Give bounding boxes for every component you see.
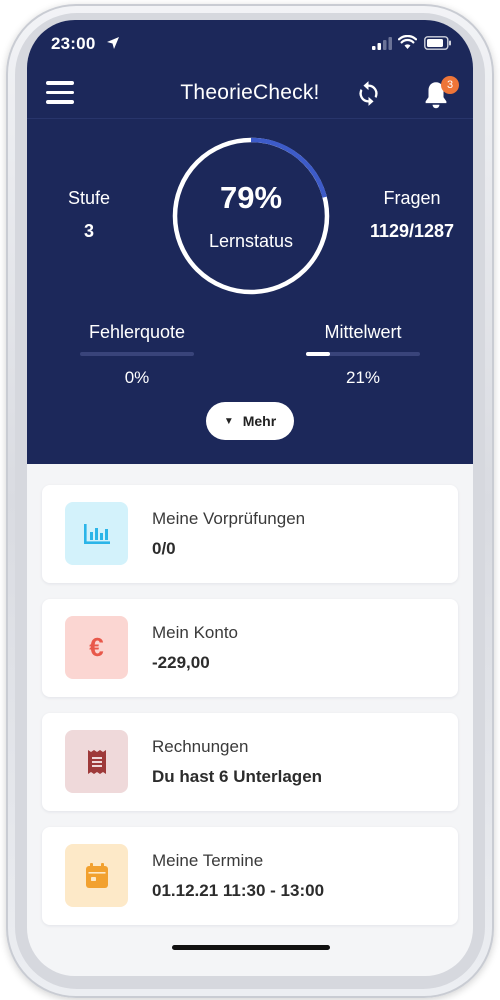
mean-bar <box>306 352 420 356</box>
chevron-down-icon: ▼ <box>223 415 234 427</box>
error-rate-bar <box>80 352 194 356</box>
progress-percent: 79% <box>219 180 283 215</box>
receipt-icon <box>65 730 128 793</box>
card-account-title: Mein Konto <box>152 623 238 642</box>
card-appointments-title: Meine Termine <box>152 851 264 870</box>
card-invoices-value: Du hast 6 Unterlagen <box>152 767 323 786</box>
card-appointments[interactable]: Meine Termine 01.12.21 11:30 - 13:00 <box>42 827 458 925</box>
status-bar: 23:00 <box>27 20 473 66</box>
progress-label: Lernstatus <box>208 231 294 251</box>
sync-icon[interactable] <box>355 80 382 107</box>
location-arrow-icon <box>107 37 119 49</box>
card-invoices[interactable]: Rechnungen Du hast 6 Unterlagen <box>42 713 458 811</box>
bar-chart-icon <box>65 502 128 565</box>
cellular-signal-icon <box>372 37 392 50</box>
more-button[interactable]: ▼ Mehr <box>206 402 294 440</box>
euro-glyph: € <box>89 632 104 662</box>
card-account[interactable]: € Mein Konto -229,00 <box>42 599 458 697</box>
more-button-label: Mehr <box>242 413 277 429</box>
app-screen: 23:00 TheorieCheck! 3 Stufe 3 79% Lernst… <box>27 20 473 976</box>
home-indicator[interactable] <box>172 945 330 950</box>
euro-icon: € <box>65 616 128 679</box>
level-value: 3 <box>83 221 94 241</box>
mean-value: 21% <box>345 368 381 387</box>
header-divider <box>27 118 473 119</box>
card-appointments-value: 01.12.21 11:30 - 13:00 <box>152 881 325 900</box>
mean-bar-fill <box>306 352 330 356</box>
progress-ring <box>172 137 330 295</box>
questions-label: Fragen <box>383 188 441 208</box>
app-title: TheorieCheck! <box>180 81 320 104</box>
error-rate-label: Fehlerquote <box>88 322 186 342</box>
questions-value: 1129/1287 <box>369 221 455 241</box>
dashboard-header: 23:00 TheorieCheck! 3 Stufe 3 79% Lernst… <box>27 20 473 464</box>
card-pre-exams-value: 0/0 <box>152 539 176 558</box>
notification-badge: 3 <box>441 76 459 94</box>
card-pre-exams-title: Meine Vorprüfungen <box>152 509 306 528</box>
card-invoices-title: Rechnungen <box>152 737 249 756</box>
calendar-icon <box>65 844 128 907</box>
mean-label: Mittelwert <box>324 322 402 342</box>
level-label: Stufe <box>67 188 111 208</box>
card-account-value: -229,00 <box>152 653 210 672</box>
status-time: 23:00 <box>51 34 96 53</box>
error-rate-value: 0% <box>124 368 150 387</box>
wifi-icon <box>398 35 417 49</box>
card-pre-exams[interactable]: Meine Vorprüfungen 0/0 <box>42 485 458 583</box>
battery-icon <box>424 36 451 50</box>
